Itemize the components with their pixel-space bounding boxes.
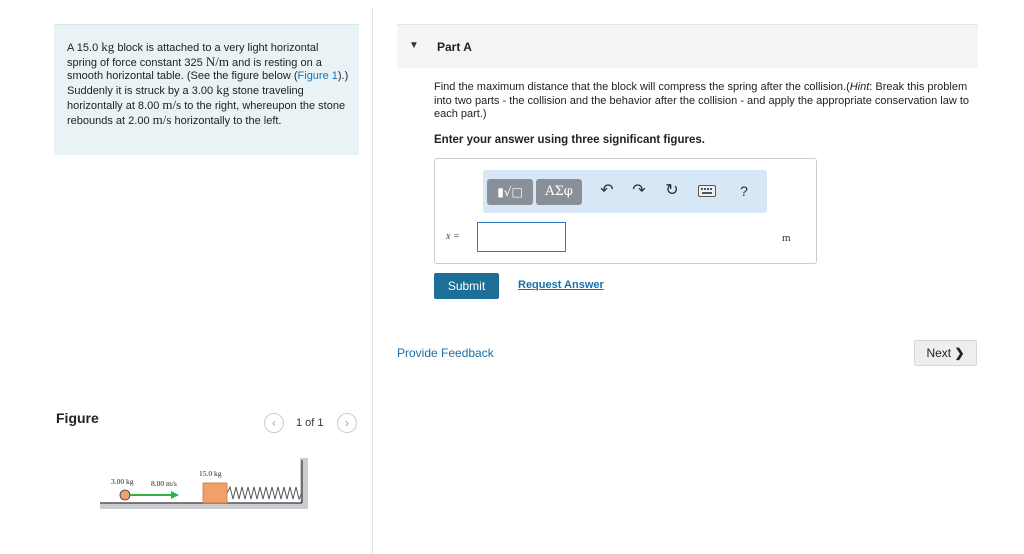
keyboard-icon[interactable] xyxy=(696,180,718,204)
next-button[interactable]: Next ❯ xyxy=(914,340,977,366)
question-text: Find the maximum distance that the block… xyxy=(434,81,970,120)
greek-symbols-button[interactable]: AΣφ xyxy=(536,179,582,205)
variable-label: x = xyxy=(446,231,460,242)
next-label: Next xyxy=(926,346,952,360)
templates-button[interactable]: ▮√□ xyxy=(487,179,533,205)
provide-feedback-link[interactable]: Provide Feedback xyxy=(397,346,494,360)
problem-text: A 15.0 kg block is attached to a very li… xyxy=(67,39,349,127)
stone-mass-label: 3.00 kg xyxy=(111,477,134,486)
request-answer-link[interactable]: Request Answer xyxy=(518,279,604,291)
answer-instruction: Enter your answer using three significan… xyxy=(434,134,705,146)
stone xyxy=(119,489,131,501)
answer-box: ▮√□ AΣφ ↶ ↷ ↻ ? x = m xyxy=(434,158,817,264)
answer-input[interactable] xyxy=(477,222,566,252)
chevron-right-icon: ❯ xyxy=(954,346,965,360)
column-divider xyxy=(372,8,373,554)
problem-statement-box: A 15.0 kg block is attached to a very li… xyxy=(54,24,359,155)
part-a-header[interactable]: ▼ Part A xyxy=(397,24,978,68)
wall xyxy=(300,458,308,509)
part-title: Part A xyxy=(437,40,472,54)
block xyxy=(202,482,228,504)
unit-label: m xyxy=(782,232,791,244)
next-figure-button[interactable]: › xyxy=(337,413,357,433)
figure-link[interactable]: Figure 1 xyxy=(298,70,338,82)
table-surface xyxy=(100,503,308,509)
block-mass-label: 15.0 kg xyxy=(199,469,222,478)
spring xyxy=(226,485,303,501)
figure-heading: Figure xyxy=(56,410,99,426)
collapse-caret-icon[interactable]: ▼ xyxy=(409,40,419,51)
math-toolbar: ▮√□ AΣφ ↶ ↷ ↻ ? xyxy=(483,170,767,213)
redo-icon[interactable]: ↷ xyxy=(628,180,650,202)
undo-icon[interactable]: ↶ xyxy=(596,180,618,202)
figure-counter: 1 of 1 xyxy=(296,417,324,429)
prev-figure-button[interactable]: ‹ xyxy=(264,413,284,433)
stone-speed-label: 8.00 m/s xyxy=(151,479,177,488)
help-button[interactable]: ? xyxy=(733,180,755,202)
collision-figure: 3.00 kg 8.00 m/s 15.0 kg xyxy=(100,458,308,509)
submit-button[interactable]: Submit xyxy=(434,273,499,299)
reset-icon[interactable]: ↻ xyxy=(661,180,683,202)
